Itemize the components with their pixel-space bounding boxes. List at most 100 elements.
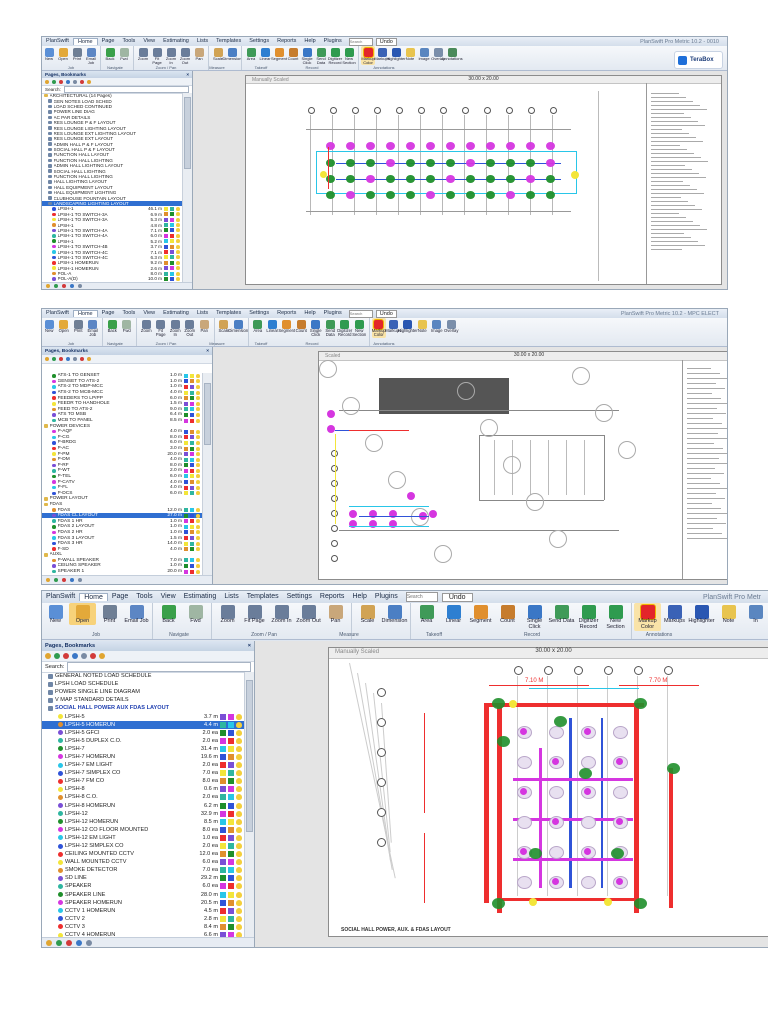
takeoff-item-row[interactable]: SPEAKER LINE 28.0 m <box>42 891 244 899</box>
add-icon[interactable] <box>54 578 58 582</box>
menu-tools[interactable]: Tools <box>132 593 156 601</box>
drawing-canvas[interactable]: Manually Scaled 30.00 x 20.00 7.10 M 7.70… <box>255 641 768 947</box>
dimension-button[interactable]: Dimension <box>223 46 241 61</box>
color-swatch[interactable] <box>220 899 226 906</box>
visibility-bulb-icon[interactable] <box>236 778 242 785</box>
visibility-bulb-icon[interactable] <box>236 834 242 841</box>
new-button[interactable]: New <box>42 603 69 625</box>
color-swatch[interactable] <box>220 923 226 930</box>
color-swatch[interactable] <box>228 762 234 769</box>
visibility-bulb-icon[interactable] <box>236 915 242 922</box>
color-swatch[interactable] <box>190 373 194 378</box>
color-swatch[interactable] <box>170 244 174 249</box>
color-swatch[interactable] <box>228 875 234 882</box>
visibility-bulb-icon[interactable] <box>196 412 200 417</box>
visibility-bulb-icon[interactable] <box>176 260 180 265</box>
takeoff-item-row[interactable]: POL-A 8.0 m <box>42 271 182 276</box>
page-row[interactable]: HALL EQUIPMENT LIGHTING <box>42 190 182 195</box>
open-button[interactable]: Open <box>56 46 70 61</box>
color-swatch[interactable] <box>228 721 234 728</box>
visibility-bulb-icon[interactable] <box>176 223 180 228</box>
menu-templates[interactable]: Templates <box>212 38 245 45</box>
menu-help[interactable]: Help <box>300 310 319 317</box>
color-swatch[interactable] <box>220 753 226 760</box>
color-swatch[interactable] <box>164 255 168 260</box>
takeoff-item-row[interactable]: SPEAKER HOMERUN 20.5 m <box>42 899 244 907</box>
color-swatch[interactable] <box>190 491 194 496</box>
highlighter-button[interactable]: Highlighter <box>688 603 715 625</box>
menu-home[interactable]: Home <box>79 593 108 601</box>
visibility-bulb-icon[interactable] <box>236 923 242 930</box>
color-swatch[interactable] <box>170 260 174 265</box>
panel-close-icon[interactable]: × <box>248 643 251 649</box>
color-swatch[interactable] <box>228 891 234 898</box>
page-row[interactable]: V MAP STANDARD DETAILS <box>42 696 244 704</box>
drawing-sheet[interactable]: Manually Scaled 30.00 x 20.00 <box>245 75 722 285</box>
menu-settings[interactable]: Settings <box>283 593 316 601</box>
highlighter-button[interactable]: Highlighter <box>398 318 418 333</box>
color-swatch[interactable] <box>220 851 226 858</box>
color-swatch[interactable] <box>228 834 234 841</box>
send-data-button[interactable]: Send Data <box>548 603 575 625</box>
fit-page-button[interactable]: Fit Page <box>241 603 268 625</box>
visibility-bulb-icon[interactable] <box>196 446 200 451</box>
in-button[interactable]: In <box>742 603 768 625</box>
visibility-bulb-icon[interactable] <box>196 536 200 541</box>
color-swatch[interactable] <box>220 915 226 922</box>
new-button[interactable]: New <box>42 318 57 333</box>
folder-row[interactable]: ARCHITECTURAL (14 Pages) <box>42 93 182 98</box>
color-swatch[interactable] <box>170 239 174 244</box>
color-swatch[interactable] <box>164 244 168 249</box>
color-swatch[interactable] <box>190 480 194 485</box>
takeoff-item-row[interactable]: LPSH-1 TO SWITCH-4C 6.3 m <box>42 255 182 260</box>
takeoff-item-row[interactable]: LPSH-7 EM LIGHT 2.0 ea <box>42 761 244 769</box>
scrollbar-thumb[interactable] <box>204 383 211 445</box>
color-swatch[interactable] <box>184 468 188 473</box>
page-row[interactable]: LPSH LOAD SCHEDULE <box>42 680 244 688</box>
page-row[interactable]: HALL LIGHTING LAYOUT <box>42 179 182 184</box>
color-swatch[interactable] <box>220 737 226 744</box>
menu-help[interactable]: Help <box>348 593 370 601</box>
color-swatch[interactable] <box>220 802 226 809</box>
add-icon[interactable] <box>54 284 58 288</box>
back-button[interactable]: Back <box>103 46 117 61</box>
page-row[interactable]: FUNCTION HALL LAYOUT <box>42 152 182 157</box>
page-row[interactable]: AC PAR DETAILS <box>42 115 182 120</box>
takeoff-item-row[interactable]: P-DM 4.0 m <box>42 457 202 463</box>
menu-reports[interactable]: Reports <box>316 593 349 601</box>
count-button[interactable]: Count <box>286 46 300 61</box>
page-row[interactable]: RES LOUNGE LIGHTING LAYOUT <box>42 125 182 131</box>
takeoff-item-row[interactable]: LPSH-5 GFCI 2.0 ea <box>42 729 244 737</box>
color-swatch[interactable] <box>228 810 234 817</box>
color-swatch[interactable] <box>220 907 226 914</box>
visibility-bulb-icon[interactable] <box>196 558 200 563</box>
menu-lists[interactable]: Lists <box>193 310 212 317</box>
color-swatch[interactable] <box>170 206 174 211</box>
takeoff-item-row[interactable]: ATS-1 TO GENSET 1.0 m <box>42 373 202 379</box>
menu-home[interactable]: Home <box>72 310 98 317</box>
takeoff-item-row[interactable]: SPEAKER 1 20.0 m <box>42 569 202 575</box>
zoom-button[interactable]: Zoom <box>214 603 241 625</box>
takeoff-item-row[interactable]: FDAS CL LAYOUT 27.0 m <box>42 512 202 519</box>
color-swatch[interactable] <box>184 446 188 451</box>
settings-icon[interactable] <box>73 79 77 84</box>
markup-color-button[interactable]: Markup Color <box>361 46 375 66</box>
takeoff-item-row[interactable]: LPSH-1 46.1 m <box>42 206 182 211</box>
delete-icon[interactable] <box>59 79 63 84</box>
color-swatch[interactable] <box>190 396 194 401</box>
zoom-out-button[interactable]: Zoom Out <box>295 603 322 625</box>
color-swatch[interactable] <box>190 519 194 524</box>
color-swatch[interactable] <box>228 745 234 752</box>
visibility-bulb-icon[interactable] <box>196 485 200 490</box>
visibility-bulb-icon[interactable] <box>196 418 200 423</box>
folder-icon[interactable] <box>45 653 51 659</box>
visibility-bulb-icon[interactable] <box>196 379 200 384</box>
refresh-icon[interactable] <box>66 357 70 361</box>
visibility-bulb-icon[interactable] <box>176 212 180 217</box>
email-job-button[interactable]: Email Job <box>84 46 98 65</box>
color-swatch[interactable] <box>220 713 226 720</box>
visibility-bulb-icon[interactable] <box>196 563 200 568</box>
refresh-icon[interactable] <box>76 939 82 946</box>
visibility-bulb-icon[interactable] <box>236 762 242 769</box>
takeoff-item-row[interactable]: LPSH-1 4.8 m <box>42 222 182 228</box>
